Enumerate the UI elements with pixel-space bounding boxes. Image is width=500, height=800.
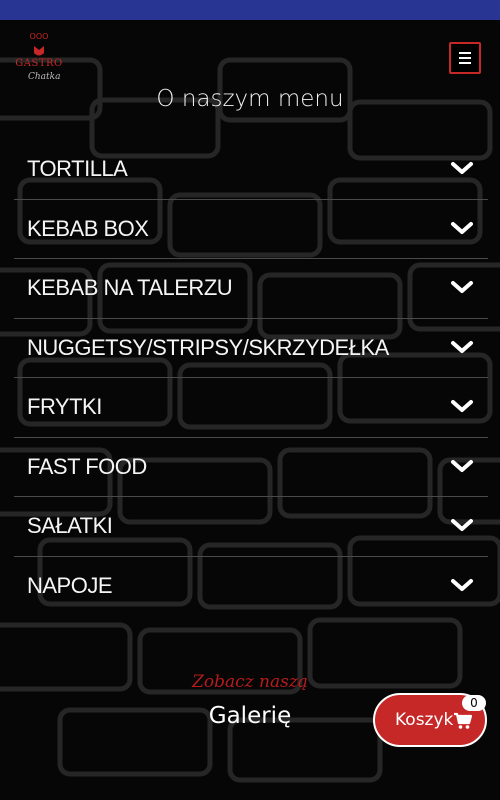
cart-label: Koszyk	[395, 710, 454, 730]
menu-category-list: TORTILLA KEBAB BOX KEBAB NA TALERZU NUGG…	[14, 140, 488, 615]
menu-category-salatki[interactable]: SAŁATKI	[14, 497, 488, 557]
chevron-down-icon	[451, 281, 473, 293]
logo-name: GASTRO	[15, 58, 63, 69]
menu-category-label: KEBAB BOX	[27, 215, 149, 241]
system-status-bar	[0, 0, 500, 20]
menu-category-label: NAPOJE	[27, 572, 113, 598]
menu-category-tortilla[interactable]: TORTILLA	[14, 140, 488, 200]
cart-icon	[454, 712, 473, 729]
brand-logo[interactable]: OOO GASTRO Chatka	[10, 32, 68, 92]
chevron-down-icon	[451, 459, 473, 472]
menu-category-label: FRYTKI	[27, 394, 102, 419]
chevron-down-icon	[451, 340, 473, 353]
logo-subtitle: Chatka	[28, 72, 61, 82]
menu-category-fast-food[interactable]: FAST FOOD	[14, 438, 488, 497]
logo-crown-mark: OOO	[29, 32, 49, 41]
menu-category-label: KEBAB NA TALERZU	[27, 275, 233, 300]
chevron-down-icon	[451, 519, 473, 531]
chevron-down-icon	[451, 578, 473, 591]
gallery-kicker-text: Zobacz naszą	[192, 672, 308, 692]
menu-category-label: NUGGETSY/STRIPSY/SKRZYDEŁKA	[27, 334, 389, 360]
menu-category-nuggetsy[interactable]: NUGGETSY/STRIPSY/SKRZYDEŁKA	[14, 319, 488, 378]
menu-category-label: SAŁATKI	[27, 513, 113, 538]
hamburger-menu-button[interactable]	[449, 42, 481, 74]
menu-category-napoje[interactable]: NAPOJE	[14, 557, 488, 616]
cart-count: 0	[470, 696, 478, 710]
cart-count-badge: 0	[462, 695, 486, 711]
chevron-down-icon	[451, 221, 473, 234]
chevron-down-icon	[451, 162, 473, 174]
hamburger-icon	[459, 52, 471, 54]
menu-category-kebab-box[interactable]: KEBAB BOX	[14, 200, 488, 259]
menu-category-label: FAST FOOD	[27, 453, 147, 479]
chevron-down-icon	[451, 400, 473, 412]
menu-category-label: TORTILLA	[27, 156, 128, 181]
menu-category-kebab-na-talerzu[interactable]: KEBAB NA TALERZU	[14, 259, 488, 319]
logo-emblem-icon	[34, 46, 44, 56]
page-title: O naszym menu	[156, 86, 344, 112]
menu-category-frytki[interactable]: FRYTKI	[14, 378, 488, 438]
